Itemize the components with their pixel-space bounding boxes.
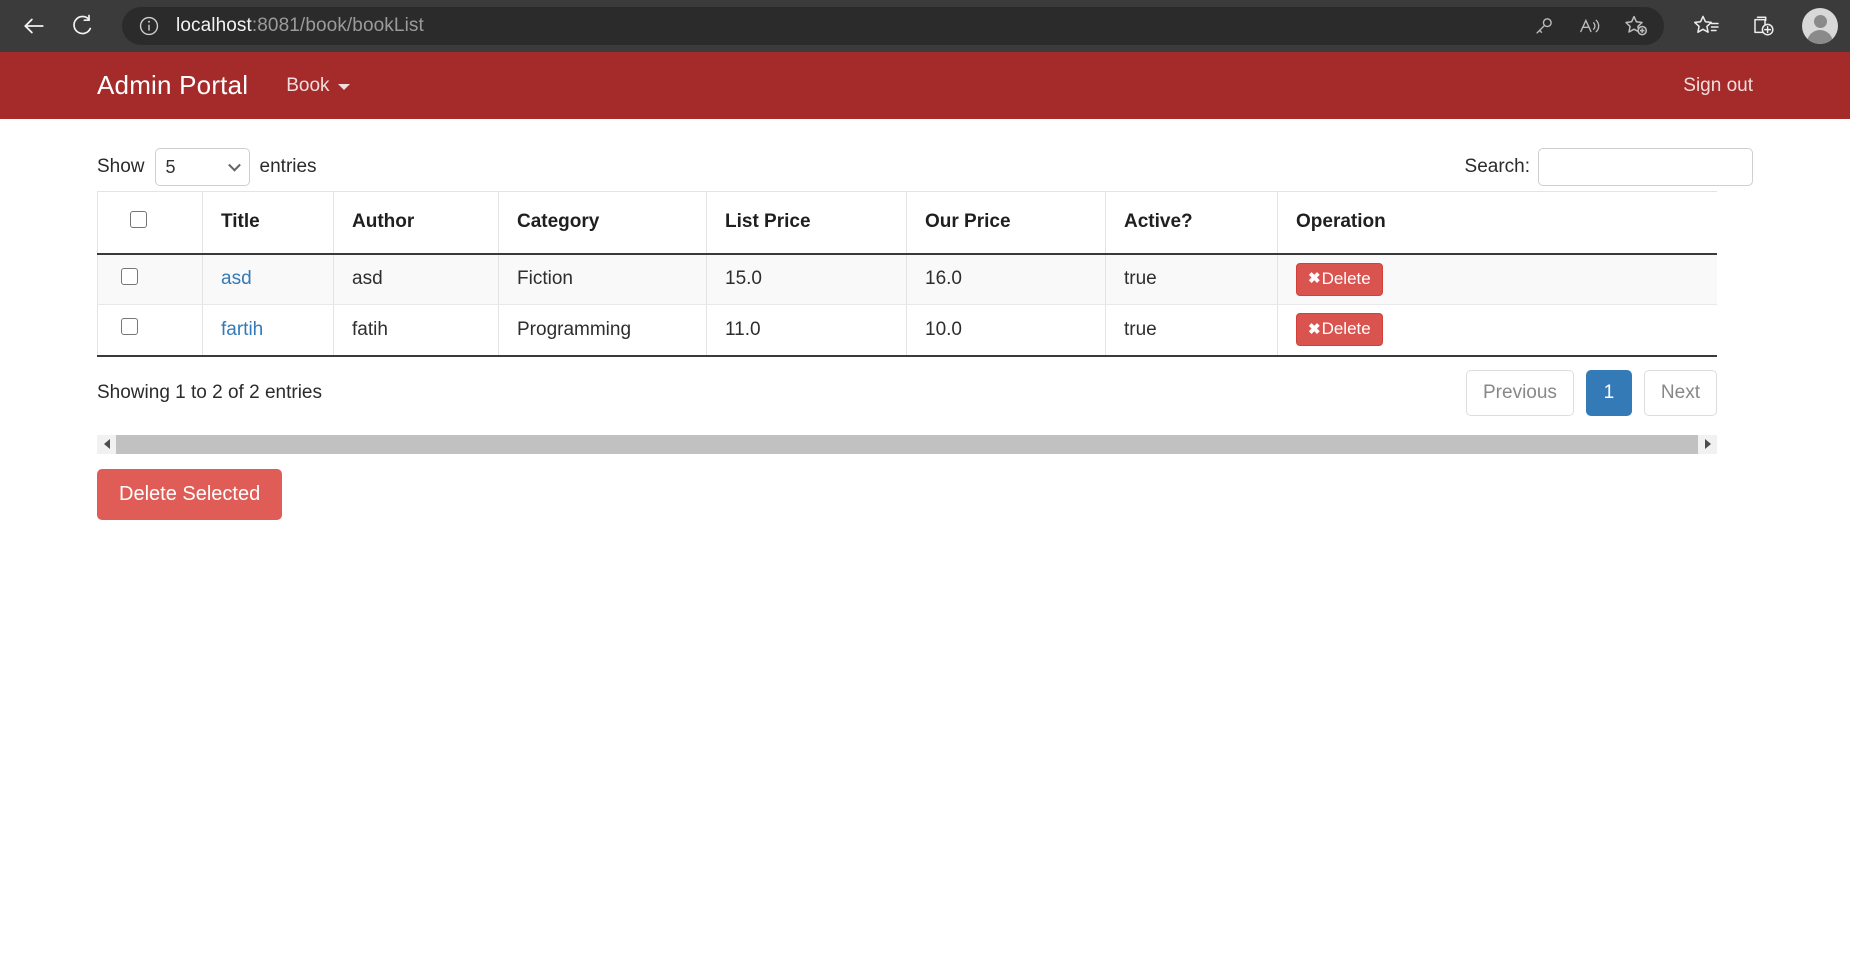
row-select-cell[interactable] xyxy=(97,304,203,357)
pagination: Previous 1 Next xyxy=(1466,369,1717,416)
header-list-price[interactable]: List Price xyxy=(706,191,907,255)
site-info-icon[interactable] xyxy=(138,15,160,37)
delete-selected-button[interactable]: Delete Selected xyxy=(97,468,283,520)
search-input[interactable] xyxy=(1538,148,1753,186)
nav-item-book-label: Book xyxy=(286,74,330,96)
scroll-left-arrow[interactable] xyxy=(97,434,116,454)
avatar-head xyxy=(1813,15,1827,28)
table-header-row: Title Author Category List Price Our Pri… xyxy=(97,191,1717,255)
scrollbar-thumb[interactable] xyxy=(116,434,1698,454)
url-text: localhost:8081/book/bookList xyxy=(176,15,1524,37)
header-title[interactable]: Title xyxy=(202,191,334,255)
row-checkbox[interactable] xyxy=(121,267,138,285)
cell-title: asd xyxy=(202,253,334,305)
cell-list-price: 15.0 xyxy=(706,253,907,305)
header-operation[interactable]: Operation xyxy=(1277,191,1717,255)
book-table: Title Author Category List Price Our Pri… xyxy=(97,191,1717,357)
avatar[interactable] xyxy=(1802,8,1838,44)
signout-link[interactable]: Sign out xyxy=(1683,75,1753,97)
reload-icon xyxy=(73,14,92,35)
read-aloud-icon[interactable] xyxy=(1570,9,1610,43)
chevron-right-icon xyxy=(1704,439,1711,449)
show-label: Show xyxy=(97,156,145,177)
table-body: asd asd Fiction 15.0 16.0 true ✖ Delete xyxy=(97,253,1717,357)
table-head: Title Author Category List Price Our Pri… xyxy=(97,191,1717,255)
cell-category: Programming xyxy=(498,304,707,357)
chevron-down-icon xyxy=(227,158,241,172)
close-icon: ✖ xyxy=(1308,320,1321,338)
page-length-control: Show 5 entries xyxy=(97,148,317,186)
page-length-select[interactable]: 5 xyxy=(154,148,250,186)
address-bar[interactable]: localhost:8081/book/bookList xyxy=(122,7,1664,45)
nav-item-book[interactable]: Book xyxy=(286,74,350,97)
cell-list-price: 11.0 xyxy=(706,304,907,357)
book-title-link[interactable]: fartih xyxy=(221,319,263,340)
cell-author: fatih xyxy=(333,304,499,357)
browser-toolbar: localhost:8081/book/bookList xyxy=(0,0,1850,52)
table-row: fartih fatih Programming 11.0 10.0 true … xyxy=(97,304,1717,357)
datatable-controls: Show 5 entries Search: xyxy=(97,119,1753,191)
header-our-price[interactable]: Our Price xyxy=(906,191,1106,255)
brand-title[interactable]: Admin Portal xyxy=(97,70,248,101)
delete-button-label: Delete xyxy=(1321,268,1371,288)
back-arrow-icon xyxy=(24,18,44,34)
cell-our-price: 16.0 xyxy=(906,253,1106,305)
cell-title: fartih xyxy=(202,304,334,357)
select-all-checkbox[interactable] xyxy=(130,210,147,228)
collections-icon[interactable] xyxy=(1740,4,1786,48)
page-length-value: 5 xyxy=(165,156,176,177)
navbar-links: Book xyxy=(286,74,350,97)
entries-label: entries xyxy=(259,156,317,177)
delete-button[interactable]: ✖ Delete xyxy=(1296,313,1383,347)
delete-button-label: Delete xyxy=(1321,319,1371,339)
cell-operation: ✖ Delete xyxy=(1277,304,1717,357)
delete-button[interactable]: ✖ Delete xyxy=(1296,262,1383,296)
header-active[interactable]: Active? xyxy=(1105,191,1278,255)
url-host: localhost xyxy=(176,15,252,36)
pagination-page-1[interactable]: 1 xyxy=(1585,369,1632,416)
row-checkbox[interactable] xyxy=(121,318,138,336)
back-button[interactable] xyxy=(12,4,56,48)
header-category[interactable]: Category xyxy=(498,191,707,255)
browser-action-icons xyxy=(1684,4,1838,48)
cell-our-price: 10.0 xyxy=(906,304,1106,357)
search-control: Search: xyxy=(1465,148,1753,186)
app-navbar: Admin Portal Book Sign out xyxy=(0,52,1850,119)
header-author[interactable]: Author xyxy=(333,191,499,255)
cell-active: true xyxy=(1105,304,1278,357)
pagination-next[interactable]: Next xyxy=(1643,369,1717,416)
book-title-link[interactable]: asd xyxy=(221,268,252,289)
datatable-footer: Showing 1 to 2 of 2 entries Previous 1 N… xyxy=(97,357,1717,429)
url-path: :8081/book/bookList xyxy=(251,15,424,36)
chevron-down-icon xyxy=(337,84,350,90)
close-icon: ✖ xyxy=(1308,270,1321,287)
cell-author: asd xyxy=(333,253,499,305)
search-label: Search: xyxy=(1464,156,1530,177)
cell-category: Fiction xyxy=(498,253,707,305)
avatar-body xyxy=(1807,30,1833,44)
cell-operation: ✖ Delete xyxy=(1277,253,1717,305)
address-bar-icons xyxy=(1524,9,1656,43)
add-favorite-icon[interactable] xyxy=(1616,9,1656,43)
pagination-previous[interactable]: Previous xyxy=(1466,369,1574,416)
key-icon[interactable] xyxy=(1524,9,1564,43)
scrollbar-track[interactable] xyxy=(116,434,1698,454)
favorites-icon[interactable] xyxy=(1684,4,1730,48)
header-select-all[interactable] xyxy=(97,191,203,255)
row-select-cell[interactable] xyxy=(97,253,203,305)
chevron-left-icon xyxy=(103,439,110,449)
reload-button[interactable] xyxy=(60,4,104,48)
page-content: Show 5 entries Search: Title Author Cate… xyxy=(0,119,1850,520)
table-row: asd asd Fiction 15.0 16.0 true ✖ Delete xyxy=(97,253,1717,305)
cell-active: true xyxy=(1105,253,1278,305)
horizontal-scrollbar[interactable] xyxy=(97,434,1717,454)
datatable-scroll-container: Title Author Category List Price Our Pri… xyxy=(97,191,1717,357)
datatable-info: Showing 1 to 2 of 2 entries xyxy=(97,381,322,403)
scroll-right-arrow[interactable] xyxy=(1698,434,1717,454)
